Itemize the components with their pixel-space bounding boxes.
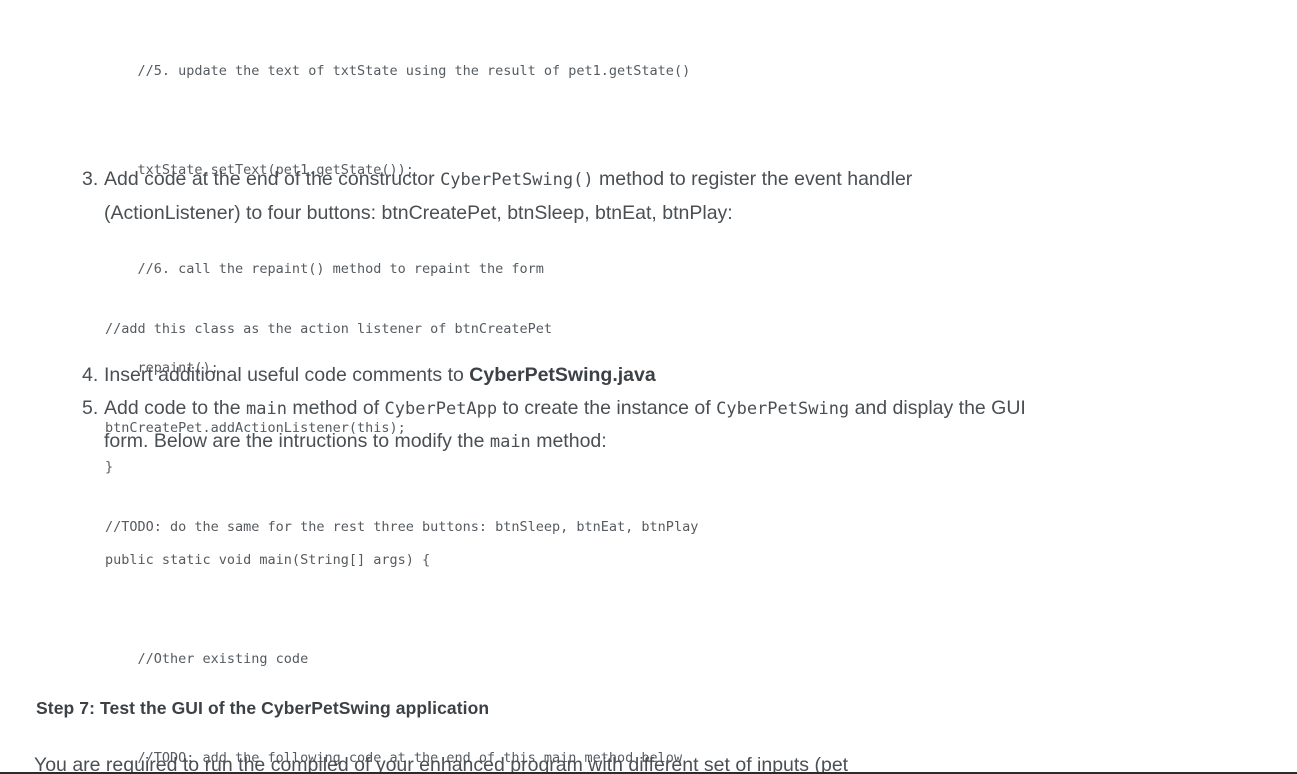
section-heading-step-7: Step 7: Test the GUI of the CyberPetSwin… [36,698,490,718]
list-item-body: Add code at the end of the constructor C… [104,163,1012,229]
list-item-body: Add code to the main method of CyberPetA… [104,392,1042,459]
list-item-text: to create the instance of [497,396,717,419]
document-page: //5. update the text of txtState using t… [0,0,1297,774]
code-line: public static void main(String[] args) { [105,552,431,568]
body-paragraph: You are required to run the compiled of … [34,754,849,774]
list-item-text: method of [286,396,385,419]
code-line: //5. update the text of txtState using t… [105,63,691,79]
filename-bold: CyberPetSwing.java [469,364,656,386]
list-item-text: Add code at the end of the constructor [104,168,441,190]
inline-code: main [489,432,531,452]
list-item-4: 4. Insert additional useful code comment… [82,359,1042,392]
inline-code: CyberPetSwing [716,398,850,419]
instruction-list-group-45: 4. Insert additional useful code comment… [82,359,1042,459]
inline-code: main [246,398,287,419]
list-item-number: 3. [82,168,99,190]
list-item-number: 5. [82,396,99,419]
list-item-text: method: [530,430,607,452]
list-item-text: Insert additional useful code comments t… [104,364,470,386]
inline-code: CyberPetSwing() [440,170,594,190]
code-line: //add this class as the action listener … [105,321,553,337]
code-block-main-method: public static void main(String[] args) {… [105,478,771,772]
list-item-5: 5. Add code to the main method of CyberP… [82,392,1042,459]
list-item-number: 4. [82,364,99,386]
inline-code: CyberPetApp [384,398,498,419]
list-item-text: Add code to the [104,396,247,419]
code-line: //Other existing code [105,651,309,667]
list-item-3: 3. Add code at the end of the constructo… [82,163,1012,229]
list-item-body: Insert additional useful code comments t… [104,359,1042,392]
